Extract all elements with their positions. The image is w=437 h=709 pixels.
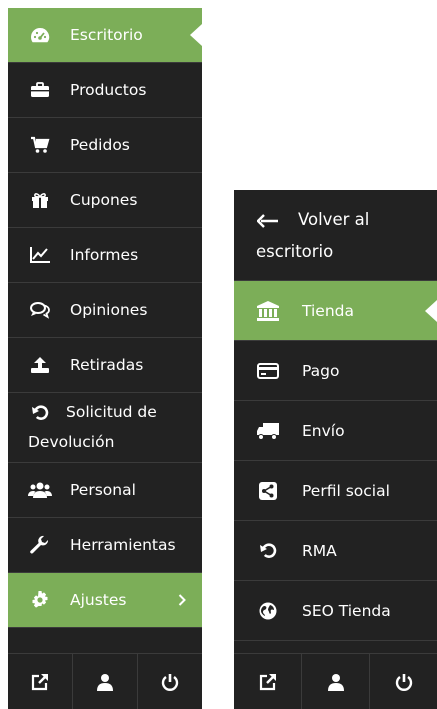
user-profile-button[interactable] [73, 654, 138, 709]
menu-item-seo-tienda[interactable]: SEO Tienda [234, 581, 437, 641]
chevron-right-icon [178, 594, 186, 606]
menu-item-escritorio[interactable]: Escritorio [8, 8, 202, 63]
menu-item-label: Pedidos [70, 136, 130, 154]
users-icon [28, 480, 52, 500]
menu-item-tienda[interactable]: Tienda [234, 281, 437, 341]
menu-item-envio[interactable]: Envío [234, 401, 437, 461]
sidebar-footer [8, 653, 202, 709]
menu-item-ajustes[interactable]: Ajustes [8, 573, 202, 628]
menu-item-pedidos[interactable]: Pedidos [8, 118, 202, 173]
power-icon [161, 673, 179, 691]
user-profile-button[interactable] [302, 654, 370, 709]
menu-item-label: Ajustes [70, 591, 127, 609]
dashboard-sidebar: Escritorio Productos Pedidos Cupones Inf… [8, 8, 202, 709]
logout-button[interactable] [370, 654, 437, 709]
active-caret [425, 299, 437, 322]
menu-item-label: RMA [302, 541, 337, 560]
sidebar-footer [234, 653, 437, 709]
arrow-left-icon [256, 211, 280, 231]
menu-item-label: Opiniones [70, 301, 148, 319]
menu-item-label: Pago [302, 361, 340, 380]
truck-icon [256, 421, 280, 441]
menu-item-label: Personal [70, 481, 136, 499]
comments-icon [28, 300, 52, 320]
menu-item-perfil-social[interactable]: Perfil social [234, 461, 437, 521]
upload-icon [28, 355, 52, 375]
user-icon [327, 673, 344, 691]
credit-card-icon [256, 361, 280, 381]
external-link-button[interactable] [8, 654, 73, 709]
logout-button[interactable] [138, 654, 202, 709]
briefcase-icon [28, 80, 52, 100]
menu-item-label: Tienda [302, 301, 354, 320]
share-icon [256, 481, 280, 501]
menu-item-label: Envío [302, 421, 345, 440]
external-link-icon [31, 673, 49, 691]
menu-item-label: Productos [70, 81, 147, 99]
menu-item-opiniones[interactable]: Opiniones [8, 283, 202, 338]
menu-item-label: Retiradas [70, 356, 144, 374]
external-link-icon [259, 673, 277, 691]
menu-item-personal[interactable]: Personal [8, 463, 202, 518]
menu-item-cupones[interactable]: Cupones [8, 173, 202, 228]
menu-item-productos[interactable]: Productos [8, 63, 202, 118]
globe-icon [256, 601, 280, 621]
menu-item-solicitud-devolucion[interactable]: Solicitud de Devolución [8, 393, 202, 463]
menu-item-label: Informes [70, 246, 139, 264]
line-chart-icon [28, 245, 52, 265]
menu-item-label: Escritorio [70, 26, 143, 44]
dashboard-icon [28, 25, 52, 45]
menu-item-rma[interactable]: RMA [234, 521, 437, 581]
menu-item-pago[interactable]: Pago [234, 341, 437, 401]
shopping-cart-icon [28, 135, 52, 155]
wrench-icon [28, 535, 52, 555]
user-icon [97, 673, 113, 691]
back-to-dashboard-link[interactable]: Volver al escritorio [234, 190, 437, 281]
menu-item-label: Herramientas [70, 536, 176, 554]
external-link-button[interactable] [234, 654, 302, 709]
active-caret [190, 24, 202, 46]
power-icon [395, 673, 413, 691]
menu-item-informes[interactable]: Informes [8, 228, 202, 283]
undo-icon [28, 403, 52, 423]
menu-item-label: SEO Tienda [302, 601, 391, 620]
menu-item-herramientas[interactable]: Herramientas [8, 518, 202, 573]
undo-icon [256, 541, 280, 561]
menu-item-label: Cupones [70, 191, 138, 209]
menu-item-retiradas[interactable]: Retiradas [8, 338, 202, 393]
menu-item-label: Perfil social [302, 481, 390, 500]
bank-icon [256, 300, 280, 321]
settings-sidebar: Volver al escritorio Tienda Pago Envío P… [234, 190, 437, 709]
cog-icon [28, 590, 52, 610]
gift-icon [28, 190, 52, 210]
